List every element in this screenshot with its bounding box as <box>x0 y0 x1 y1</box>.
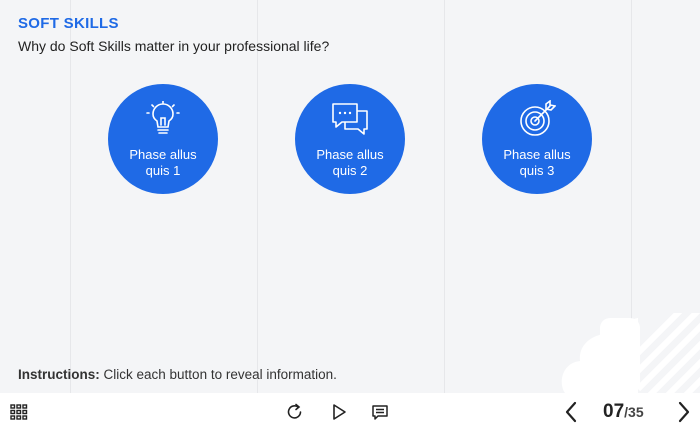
phase-button-3[interactable]: Phase allus quis 3 <box>482 84 592 194</box>
transcript-icon <box>372 405 388 420</box>
phase-label: Phase allus quis 2 <box>316 147 384 178</box>
slide-title: SOFT SKILLS <box>18 15 119 32</box>
slide: SOFT SKILLS Why do Soft Skills matter in… <box>0 0 700 393</box>
replay-icon <box>287 403 302 419</box>
lightbulb-icon <box>143 99 183 139</box>
prev-arrow-icon <box>565 401 577 423</box>
grid-menu-icon <box>10 404 28 420</box>
target-icon <box>517 99 557 139</box>
phase-label: Phase allus quis 3 <box>503 147 571 178</box>
play-icon <box>333 404 346 420</box>
column-divider <box>70 0 71 393</box>
column-divider <box>444 0 445 393</box>
chat-bubbles-icon <box>330 99 370 139</box>
instructions-text: Click each button to reveal information. <box>99 367 337 382</box>
next-arrow-icon <box>678 401 690 423</box>
menu-button[interactable] <box>9 403 29 421</box>
phase-label: Phase allus quis 1 <box>129 147 197 178</box>
instructions: Instructions: Click each button to revea… <box>18 367 337 382</box>
instructions-prefix: Instructions: <box>18 367 100 382</box>
corner-decoration <box>561 313 700 393</box>
page-counter: 07/35 <box>603 401 644 423</box>
column-divider <box>257 0 258 393</box>
slide-subtitle: Why do Soft Skills matter in your profes… <box>18 38 330 54</box>
phase-button-2[interactable]: Phase allus quis 2 <box>295 84 405 194</box>
replay-button[interactable] <box>285 402 305 422</box>
total-pages: /35 <box>624 404 644 420</box>
phase-button-1[interactable]: Phase allus quis 1 <box>108 84 218 194</box>
next-button[interactable] <box>674 400 694 424</box>
transcript-button[interactable] <box>370 402 390 422</box>
current-page: 07 <box>603 401 625 422</box>
prev-button[interactable] <box>561 400 581 424</box>
player-toolbar <box>0 393 700 430</box>
play-button[interactable] <box>329 402 349 422</box>
